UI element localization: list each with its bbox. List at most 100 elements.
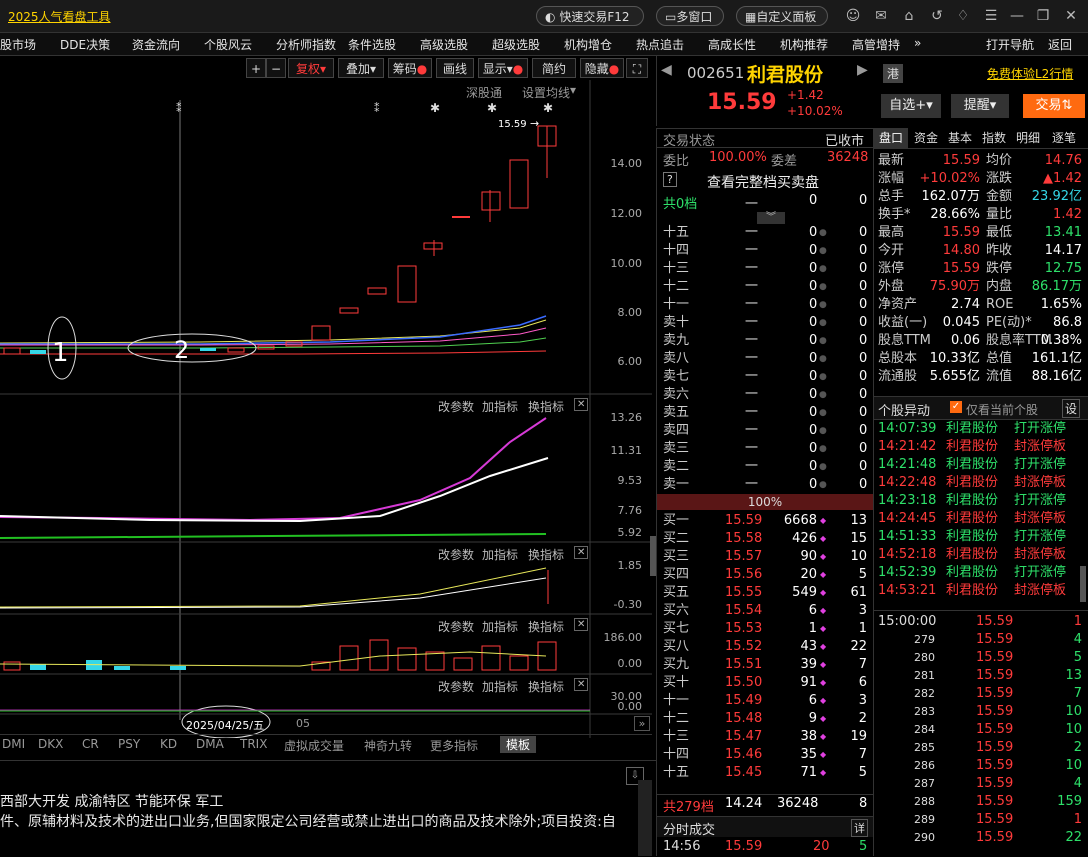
menu-item-stock-news[interactable]: 个股风云: [204, 36, 252, 53]
menu-item-dde[interactable]: DDE决策: [60, 36, 110, 53]
tab-dkx[interactable]: DKX: [38, 737, 63, 751]
mover-row[interactable]: 14:21:48 利君股份 打开涨停: [874, 456, 1082, 474]
menu-item-exec-increase[interactable]: 高管增持: [852, 36, 900, 53]
tab-kd[interactable]: KD: [160, 737, 177, 751]
add-favorite-button[interactable]: 自选+▾: [881, 94, 941, 118]
l2-trial-link[interactable]: 免费体验L2行情: [987, 65, 1073, 82]
tab-template[interactable]: 模板: [500, 736, 537, 753]
back-button[interactable]: 返回: [1048, 36, 1072, 53]
orderbook-scroll-handle[interactable]: [650, 536, 656, 576]
mover-row[interactable]: 14:51:33 利君股份 打开涨停: [874, 528, 1082, 546]
mover-row[interactable]: 14:24:45 利君股份 封涨停板: [874, 510, 1082, 528]
home-icon[interactable]: ⌂: [900, 7, 918, 25]
set-ma-button[interactable]: 设置均线: [522, 84, 570, 101]
zoom-out-button[interactable]: −: [266, 58, 286, 78]
help-icon[interactable]: ?: [663, 172, 677, 187]
tab-index[interactable]: 指数: [978, 128, 1010, 148]
movers-settings-button[interactable]: 设: [1062, 399, 1081, 418]
info-scrollbar[interactable]: [638, 780, 652, 856]
tab-magic-nine[interactable]: 神奇九转: [364, 737, 412, 754]
ind4-swap-button[interactable]: 换指标: [528, 678, 564, 695]
ind3-params-button[interactable]: 改参数: [438, 618, 474, 635]
shirt-icon[interactable]: ♢: [954, 7, 972, 25]
menu-item-hotspot[interactable]: 热点追击: [636, 36, 684, 53]
draw-line-button[interactable]: 画线: [436, 58, 474, 78]
ind1-close-icon[interactable]: ✕: [574, 398, 589, 411]
minimize-icon[interactable]: —: [1008, 7, 1026, 25]
ind2-close-icon[interactable]: ✕: [574, 546, 589, 559]
ind2-params-button[interactable]: 改参数: [438, 546, 474, 563]
full-book-link[interactable]: 查看完整档买卖盘: [707, 172, 819, 192]
set-ma-dropdown-icon[interactable]: ▾: [570, 83, 576, 97]
menu-item-inst-recommend[interactable]: 机构推荐: [780, 36, 828, 53]
display-button[interactable]: 显示▾●: [478, 58, 528, 78]
open-nav-button[interactable]: 打开导航: [986, 36, 1034, 53]
tab-basic[interactable]: 基本: [944, 128, 976, 148]
hk-badge[interactable]: 港: [883, 64, 904, 83]
full-book-row[interactable]: ? 查看完整档买卖盘: [657, 170, 873, 192]
custom-panel-button[interactable]: ▦自定义面板: [736, 6, 828, 26]
next-stock-icon[interactable]: ▶: [857, 62, 868, 78]
zoom-in-button[interactable]: +: [246, 58, 266, 78]
only-current-checkbox[interactable]: ✓: [950, 401, 962, 413]
mover-row[interactable]: 14:52:39 利君股份 打开涨停: [874, 564, 1082, 582]
mover-row[interactable]: 14:22:48 利君股份 封涨停板: [874, 474, 1082, 492]
tab-detail[interactable]: 明细: [1012, 128, 1044, 148]
prev-stock-icon[interactable]: ◀: [661, 62, 672, 78]
fuquan-button[interactable]: 复权▾: [288, 58, 334, 78]
ind2-add-button[interactable]: 加指标: [482, 546, 518, 563]
ind1-add-button[interactable]: 加指标: [482, 398, 518, 415]
mover-row[interactable]: 14:53:21 利君股份 封涨停板: [874, 582, 1082, 600]
mover-row[interactable]: 14:07:39 利君股份 打开涨停: [874, 420, 1082, 438]
expand-book-icon[interactable]: ︾: [757, 212, 785, 224]
ind4-add-button[interactable]: 加指标: [482, 678, 518, 695]
ind4-params-button[interactable]: 改参数: [438, 678, 474, 695]
quick-trade-button[interactable]: ◐ 快速交易F12: [536, 6, 644, 26]
hide-button[interactable]: 隐藏●: [580, 58, 624, 78]
mover-row[interactable]: 14:23:18 利君股份 打开涨停: [874, 492, 1082, 510]
chips-button[interactable]: 筹码●: [388, 58, 432, 78]
ind4-close-icon[interactable]: ✕: [574, 678, 589, 691]
tab-capital[interactable]: 资金: [910, 128, 942, 148]
restore-icon[interactable]: ❐: [1034, 7, 1052, 25]
menu-item-condition-select[interactable]: 条件选股: [348, 36, 396, 53]
overlay-button[interactable]: 叠加▾: [338, 58, 384, 78]
detail-button[interactable]: 详: [851, 819, 868, 837]
tab-tick[interactable]: 逐笔: [1046, 128, 1082, 148]
tab-psy[interactable]: PSY: [118, 737, 140, 751]
remind-button[interactable]: 提醒▾: [951, 94, 1009, 118]
menu-item-market[interactable]: 股市场: [0, 36, 36, 53]
tab-more-indicators[interactable]: 更多指标: [430, 737, 478, 754]
tab-virtual-volume[interactable]: 虚拟成交量: [284, 737, 344, 754]
tab-dmi[interactable]: DMI: [2, 737, 25, 751]
trade-button[interactable]: 交易⇅: [1023, 94, 1085, 118]
ind3-swap-button[interactable]: 换指标: [528, 618, 564, 635]
menu-item-capital-flow[interactable]: 资金流向: [132, 36, 180, 53]
scroll-right-icon[interactable]: »: [634, 716, 650, 731]
tab-pankou[interactable]: 盘口: [874, 128, 908, 148]
movers-scroll-handle[interactable]: [1080, 566, 1086, 602]
mail-icon[interactable]: ✉: [872, 7, 890, 25]
tab-dma[interactable]: DMA: [196, 737, 224, 751]
simple-button[interactable]: 简约: [532, 58, 576, 78]
app-title[interactable]: 2025人气看盘工具: [8, 8, 111, 25]
ind2-swap-button[interactable]: 换指标: [528, 546, 564, 563]
menu-more-icon[interactable]: »: [914, 36, 921, 50]
shengutong-label[interactable]: 深股通: [466, 84, 502, 101]
menu-item-advanced-select[interactable]: 高级选股: [420, 36, 468, 53]
menu-item-super-select[interactable]: 超级选股: [492, 36, 540, 53]
ind1-swap-button[interactable]: 换指标: [528, 398, 564, 415]
ind1-params-button[interactable]: 改参数: [438, 398, 474, 415]
fullscreen-icon[interactable]: ⛶: [626, 58, 648, 78]
menu-item-analyst-index[interactable]: 分析师指数: [276, 36, 336, 53]
menu-item-inst-increase[interactable]: 机构增仓: [564, 36, 612, 53]
ind3-close-icon[interactable]: ✕: [574, 618, 589, 631]
menu-icon[interactable]: ☰: [982, 7, 1000, 25]
tab-trix[interactable]: TRIX: [240, 737, 267, 751]
user-icon[interactable]: ☺: [844, 7, 862, 25]
menu-item-high-growth[interactable]: 高成长性: [708, 36, 756, 53]
mover-row[interactable]: 14:21:42 利君股份 封涨停板: [874, 438, 1082, 456]
tab-cr[interactable]: CR: [82, 737, 99, 751]
undo-icon[interactable]: ↺: [928, 7, 946, 25]
ind3-add-button[interactable]: 加指标: [482, 618, 518, 635]
